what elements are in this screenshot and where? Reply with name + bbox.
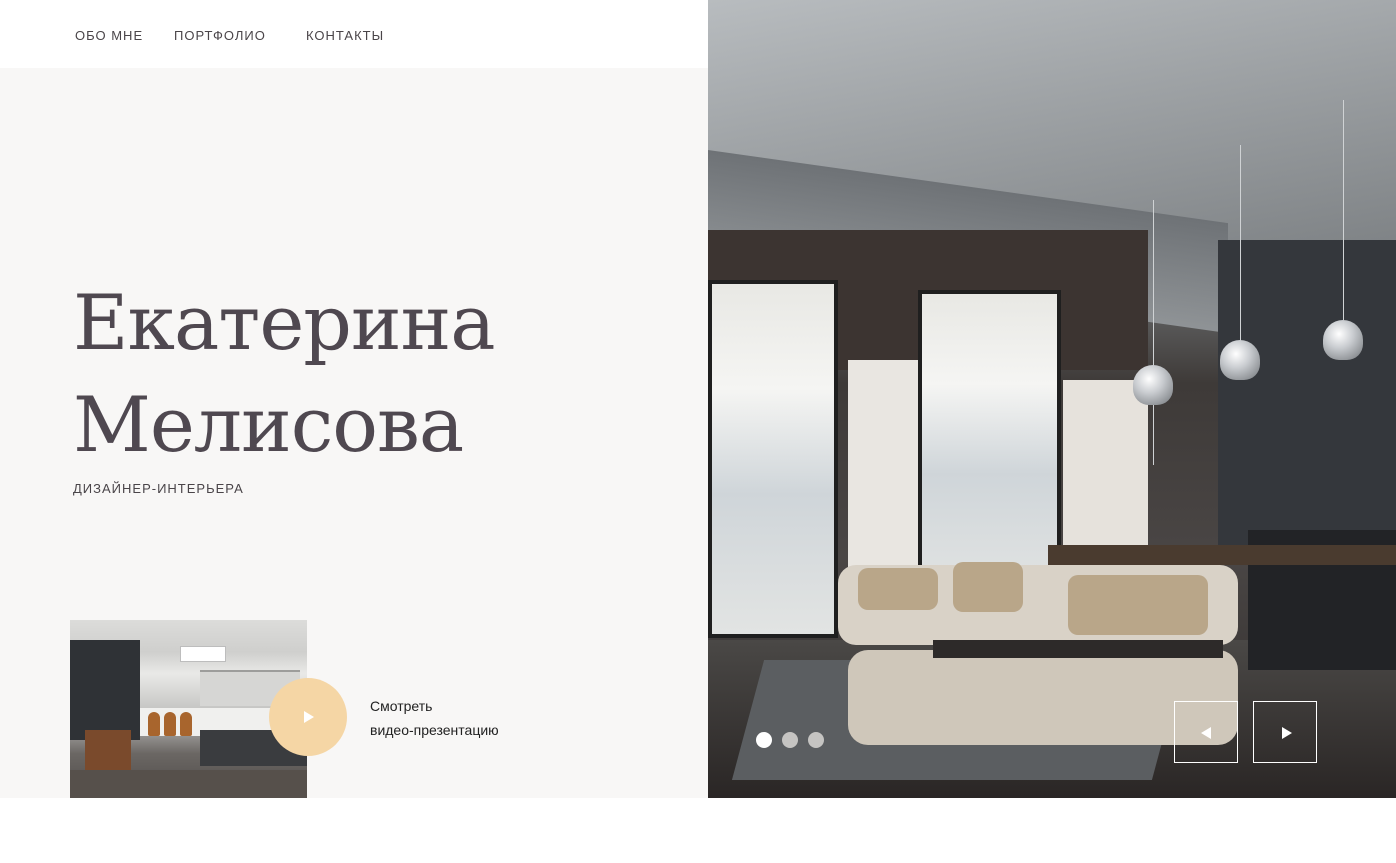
- photo-dining-table: [1048, 545, 1396, 565]
- slider-dot-3[interactable]: [808, 732, 824, 748]
- photo-pendant-lamp: [1133, 365, 1173, 405]
- photo-lamp-wire: [1343, 100, 1344, 320]
- hero-subtitle: ДИЗАЙНЕР-ИНТЕРЬЕРА: [73, 481, 244, 496]
- slider-dots: [756, 732, 836, 748]
- photo-pillow: [1068, 575, 1208, 635]
- nav-item-portfolio[interactable]: ПОРТФОЛИО: [174, 28, 266, 43]
- arrow-left-icon: [1201, 727, 1211, 739]
- hero-slider-image: [708, 0, 1396, 798]
- slider-next-button[interactable]: [1253, 701, 1317, 763]
- nav-item-about[interactable]: ОБО МНЕ: [75, 28, 143, 43]
- slider-dot-2[interactable]: [782, 732, 798, 748]
- thumb-stool: [164, 712, 176, 736]
- slider-prev-button[interactable]: [1174, 701, 1238, 763]
- thumb-stool: [148, 712, 160, 736]
- thumb-wall: [70, 640, 140, 740]
- play-icon: [304, 711, 314, 723]
- arrow-right-icon: [1282, 727, 1292, 739]
- thumb-crate: [85, 730, 131, 772]
- top-nav: ОБО МНЕ ПОРТФОЛИО КОНТАКТЫ: [0, 0, 708, 68]
- title-first-name: Екатерина: [73, 278, 496, 367]
- thumb-stool: [180, 712, 192, 736]
- photo-pillow: [953, 562, 1023, 612]
- photo-coffee-table: [933, 640, 1223, 658]
- photo-window: [918, 290, 1061, 598]
- play-video-button[interactable]: [269, 678, 347, 756]
- photo-lamp-wire: [1240, 145, 1241, 345]
- nav-item-contacts[interactable]: КОНТАКТЫ: [306, 28, 384, 43]
- video-text-line2: видео-презентацию: [370, 722, 499, 738]
- thumb-floor: [70, 770, 307, 798]
- photo-pendant-lamp: [1220, 340, 1260, 380]
- title-last-name: Мелисова: [73, 380, 464, 469]
- video-presentation-link[interactable]: Смотреть видео-презентацию: [370, 694, 499, 742]
- photo-wall-panel: [1063, 380, 1148, 560]
- video-text-line1: Смотреть: [370, 698, 433, 714]
- page-title: Екатерина Мелисова: [73, 272, 496, 476]
- photo-window: [708, 280, 838, 638]
- photo-brick-wall-right: [1218, 240, 1396, 560]
- photo-pillow: [858, 568, 938, 610]
- thumb-lamp: [180, 646, 226, 662]
- photo-lamp-wire: [1153, 200, 1154, 465]
- photo-pendant-lamp: [1323, 320, 1363, 360]
- slider-dot-1[interactable]: [756, 732, 772, 748]
